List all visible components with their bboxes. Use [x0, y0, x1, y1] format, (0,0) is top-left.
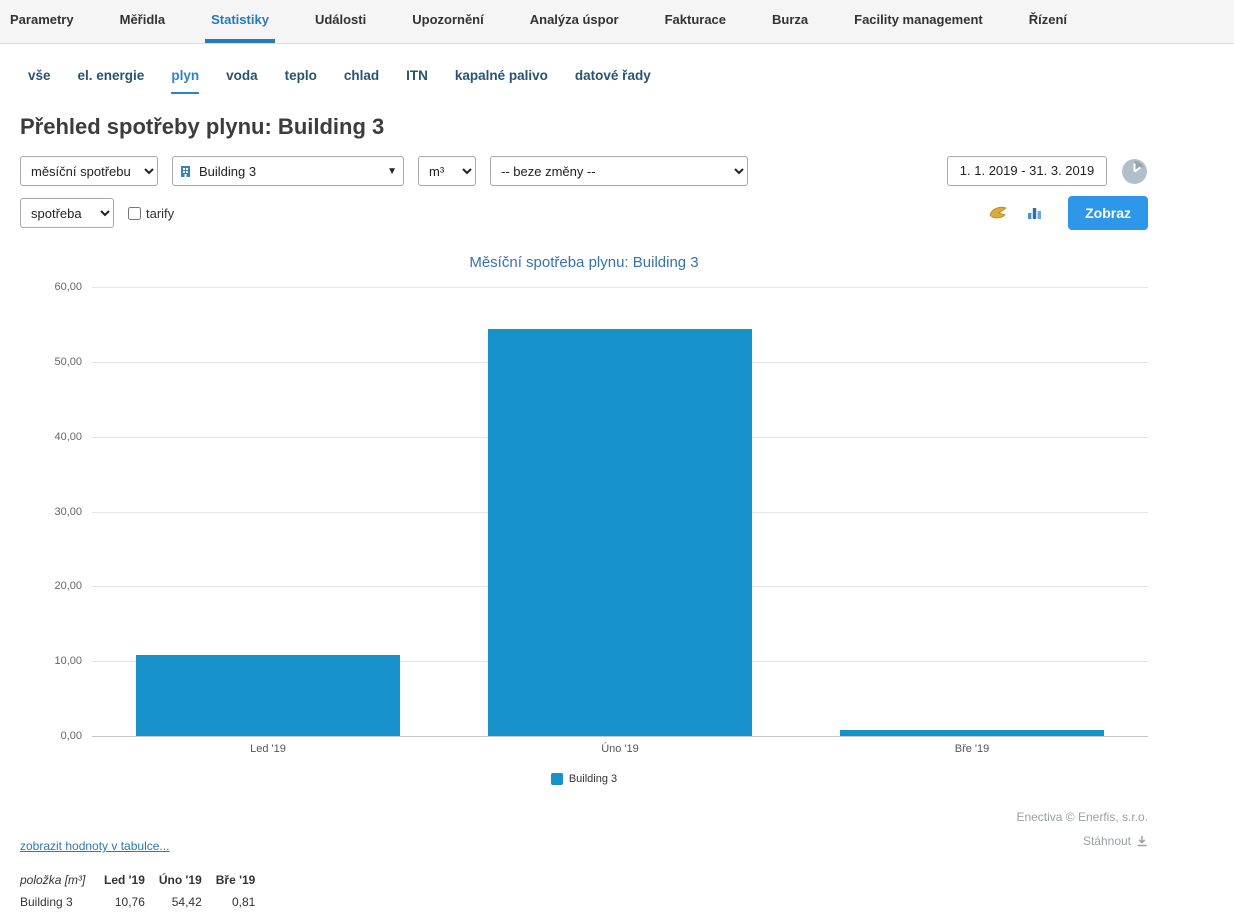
chart-plot-area: m³ 0,0010,0020,0030,0040,0050,0060,00 [92, 287, 1148, 737]
nav-item-fakturace[interactable]: Fakturace [659, 0, 732, 43]
tarify-checkbox-label[interactable]: tarify [128, 206, 174, 221]
table-cell-building: Building 3 [20, 891, 104, 913]
table-cell-led-value: 10,76 [104, 891, 159, 913]
y-tick-label: 50,00 [54, 356, 82, 368]
y-tick-label: 60,00 [54, 281, 82, 293]
tab-vse[interactable]: vše [28, 68, 51, 94]
page-title: Přehled spotřeby plynu: Building 3 [20, 114, 1148, 140]
nav-item-facility-management[interactable]: Facility management [848, 0, 989, 43]
nav-item-meridla[interactable]: Měřidla [114, 0, 172, 43]
y-tick-label: 10,00 [54, 655, 82, 667]
table-header-polozka: položka [m³] [20, 869, 104, 891]
table-cell-uno-value: 54,42 [159, 891, 216, 913]
change-select[interactable]: -- beze změny -- [490, 156, 748, 186]
controls-row-1: měsíční spotřebu Building 3 ▼ m³ -- beze… [20, 156, 1148, 186]
tab-teplo[interactable]: teplo [285, 68, 317, 94]
controls-row-2: spotřeba tarify Zobraz [20, 196, 1148, 230]
bottom-row: zobrazit hodnoty v tabulce... Enectiva ©… [20, 805, 1148, 853]
building-select-value: Building 3 [199, 164, 380, 179]
top-navigation: Parametry Měřidla Statistiky Události Up… [0, 0, 1234, 44]
tab-itn[interactable]: ITN [406, 68, 428, 94]
bar-b-e-19[interactable] [840, 730, 1104, 736]
table-cell-bre-value: 0,81 [216, 891, 270, 913]
chart-legend[interactable]: Building 3 [20, 773, 1148, 785]
x-tick-label: Bře '19 [796, 743, 1148, 755]
consumption-chart: Měsíční spotřeba plynu: Building 3 m³ 0,… [20, 254, 1148, 785]
download-icon [1136, 835, 1148, 847]
metric-select[interactable]: spotřeba [20, 198, 114, 228]
period-select[interactable]: měsíční spotřebu [20, 156, 158, 186]
legend-label: Building 3 [569, 773, 617, 785]
nav-item-statistiky[interactable]: Statistiky [205, 0, 275, 43]
credits: Enectiva © Enerfis, s.r.o. Stáhnout [1016, 805, 1148, 853]
tab-kapalne-palivo[interactable]: kapalné palivo [455, 68, 548, 94]
unit-select[interactable]: m³ [418, 156, 476, 186]
nav-item-rizeni[interactable]: Řízení [1023, 0, 1073, 43]
y-axis: m³ 0,0010,0020,0030,0040,0050,0060,00 [20, 287, 86, 736]
download-label: Stáhnout [1083, 829, 1131, 853]
y-tick-label: 0,00 [61, 730, 82, 742]
tarify-checkbox[interactable] [128, 207, 141, 220]
values-table-header-row: položka [m³] Led '19 Úno '19 Bře '19 [20, 869, 269, 891]
tarify-label: tarify [146, 206, 174, 221]
table-header-bre: Bře '19 [216, 869, 270, 891]
date-range-input[interactable]: 1. 1. 2019 - 31. 3. 2019 [947, 156, 1107, 186]
x-tick-label: Úno '19 [444, 743, 796, 755]
chart-title: Měsíční spotřeba plynu: Building 3 [20, 254, 1148, 271]
tab-el-energie[interactable]: el. energie [78, 68, 145, 94]
copyright-text: Enectiva © Enerfis, s.r.o. [1016, 805, 1148, 829]
nav-item-parametry[interactable]: Parametry [4, 0, 80, 43]
y-tick-label: 40,00 [54, 431, 82, 443]
energy-type-tabs: vše el. energie plyn voda teplo chlad IT… [0, 44, 1234, 94]
nav-item-upozorneni[interactable]: Upozornění [406, 0, 490, 43]
table-header-led: Led '19 [104, 869, 159, 891]
table-row: Building 3 10,76 54,42 0,81 [20, 891, 269, 913]
tab-datove-rady[interactable]: datové řady [575, 68, 651, 94]
clock-icon[interactable] [1121, 158, 1148, 185]
nav-item-udalosti[interactable]: Události [309, 0, 372, 43]
x-tick-label: Led '19 [92, 743, 444, 755]
download-link[interactable]: Stáhnout [1083, 829, 1148, 853]
show-values-table-link[interactable]: zobrazit hodnoty v tabulce... [20, 839, 169, 853]
column-chart-icon[interactable] [1027, 206, 1042, 220]
dropdown-arrow-icon: ▼ [387, 166, 397, 177]
building-icon [179, 165, 192, 178]
tab-voda[interactable]: voda [226, 68, 258, 94]
gridline [92, 287, 1148, 288]
bar--no-19[interactable] [488, 329, 752, 736]
main-content: Přehled spotřeby plynu: Building 3 měsíč… [0, 94, 1234, 913]
highlight-icon[interactable] [989, 206, 1007, 220]
tab-chlad[interactable]: chlad [344, 68, 379, 94]
nav-item-burza[interactable]: Burza [766, 0, 814, 43]
y-tick-label: 20,00 [54, 580, 82, 592]
nav-item-analyza-uspor[interactable]: Analýza úspor [524, 0, 625, 43]
zobraz-button[interactable]: Zobraz [1068, 196, 1148, 230]
building-select[interactable]: Building 3 ▼ [172, 156, 404, 186]
y-tick-label: 30,00 [54, 506, 82, 518]
values-table: položka [m³] Led '19 Úno '19 Bře '19 Bui… [20, 869, 269, 913]
table-header-uno: Úno '19 [159, 869, 216, 891]
tab-plyn[interactable]: plyn [171, 68, 199, 94]
x-axis: Led '19Úno '19Bře '19 [92, 737, 1148, 759]
legend-swatch [551, 773, 563, 785]
bar-led-19[interactable] [136, 655, 400, 736]
